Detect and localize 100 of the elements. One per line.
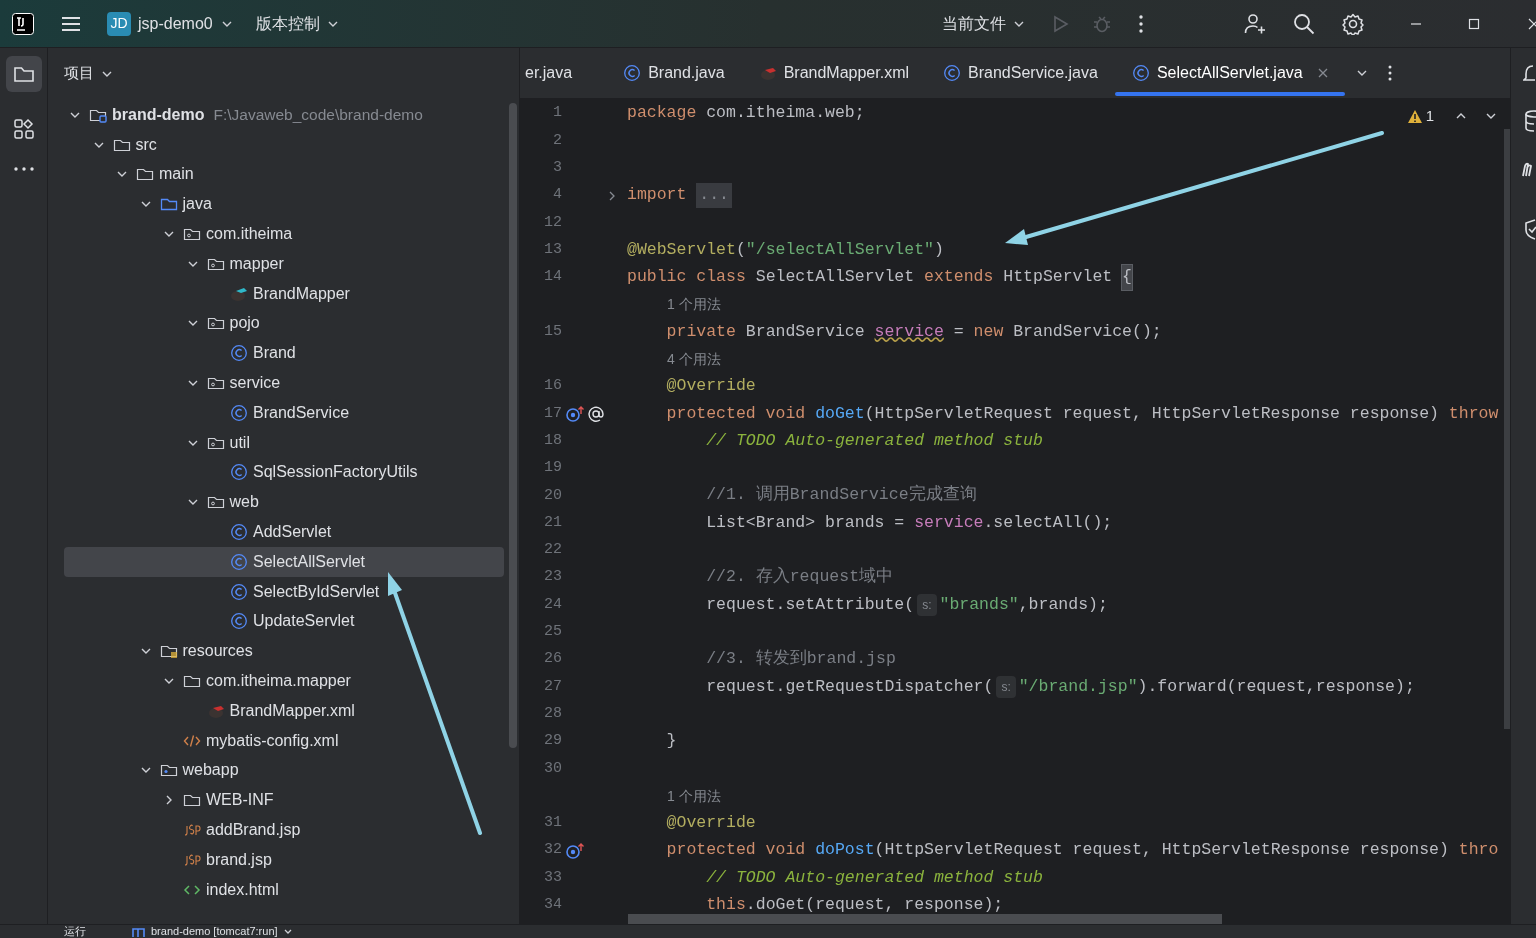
- tree-item[interactable]: webapp: [64, 755, 504, 786]
- jsp-file-icon: [183, 821, 201, 839]
- run-configuration-selector[interactable]: 当前文件: [942, 11, 1026, 36]
- editor-tab[interactable]: Brand.java: [606, 48, 742, 98]
- usage-hint[interactable]: 4 个用法: [667, 348, 721, 370]
- run-configuration-tab[interactable]: brand-demo [tomcat7:run]: [132, 926, 293, 937]
- class-icon: [230, 463, 248, 482]
- tree-item-label: index.html: [206, 879, 279, 900]
- notifications-icon[interactable]: [1523, 62, 1536, 84]
- tree-item[interactable]: SelectAllServlet: [64, 546, 504, 577]
- tree-item[interactable]: com.itheima.mapper: [64, 666, 504, 696]
- tree-item[interactable]: SqlSessionFactoryUtils: [64, 457, 504, 488]
- more-icon[interactable]: [12, 166, 35, 172]
- tree-item[interactable]: Brand: [64, 338, 504, 369]
- vcs-menu[interactable]: 版本控制: [255, 11, 340, 36]
- editor-tab[interactable]: BrandService.java: [926, 48, 1115, 98]
- scrollbar[interactable]: [628, 914, 1222, 924]
- scrollbar[interactable]: [509, 103, 517, 748]
- usage-hint[interactable]: 1 个用法: [667, 785, 721, 807]
- tree-item-label: com.itheima: [206, 224, 293, 245]
- tree-item[interactable]: BrandMapper: [64, 278, 504, 309]
- line-number: 20: [543, 485, 562, 506]
- tree-item[interactable]: mybatis-config.xml: [64, 725, 504, 756]
- tree-item[interactable]: util: [64, 427, 504, 458]
- structure-icon[interactable]: [12, 118, 35, 140]
- class-icon: [230, 612, 248, 631]
- shield-icon[interactable]: [1523, 218, 1536, 240]
- tree-item-label: service: [229, 373, 281, 394]
- line-number: 13: [543, 239, 562, 260]
- code-line: request.getRequestDispatcher( s: "/brand.jsp").forward(request,response);: [705, 674, 1415, 700]
- tree-item[interactable]: resources: [64, 636, 504, 667]
- tree-item-label: SelectAllServlet: [253, 551, 366, 572]
- tree-item[interactable]: main: [64, 159, 504, 190]
- tree-item[interactable]: pojo: [64, 308, 504, 339]
- tree-item[interactable]: service: [64, 368, 504, 398]
- line-number: 19: [543, 458, 562, 479]
- line-number: 33: [543, 867, 562, 888]
- more-icon[interactable]: [1386, 64, 1393, 82]
- bottom-tab[interactable]: 运行: [64, 926, 86, 937]
- tree-item[interactable]: brand.jsp: [64, 844, 504, 875]
- tree-item[interactable]: index.html: [64, 874, 504, 905]
- warning-icon: [1406, 108, 1423, 124]
- code-line: protected void doGet(HttpServletRequest request, HttpServletResponse response) throw: [665, 402, 1499, 425]
- code-line: this.doGet(request, response);: [705, 893, 1004, 916]
- warning-count[interactable]: 1: [1406, 105, 1434, 128]
- tree-item[interactable]: com.itheima: [64, 219, 504, 249]
- tree-item[interactable]: mapper: [64, 249, 504, 279]
- app-logo-icon[interactable]: [12, 12, 34, 35]
- code-line: //3. 转发到brand.jsp: [705, 648, 896, 671]
- tree-item[interactable]: SelectByIdServlet: [64, 576, 504, 607]
- tree-item[interactable]: brand-demo F:\Javaweb_code\brand-demo: [64, 100, 504, 130]
- more-icon[interactable]: [1138, 13, 1144, 34]
- tree-item-label: pojo: [229, 313, 260, 334]
- scrollbar[interactable]: [1504, 129, 1510, 729]
- run-configuration-label: 当前文件: [942, 13, 1006, 34]
- project-view-selector[interactable]: 项目: [64, 62, 114, 85]
- tree-item-label: main: [159, 164, 194, 185]
- maximize-icon[interactable]: [1468, 17, 1480, 30]
- tree-item-label: com.itheima.mapper: [206, 671, 351, 692]
- code-line: //2. 存入request域中: [705, 566, 894, 589]
- project-tool-button[interactable]: [5, 56, 42, 92]
- usage-hint[interactable]: 1 个用法: [667, 294, 721, 316]
- tree-item[interactable]: addBrand.jsp: [64, 815, 504, 845]
- tree-item[interactable]: UpdateServlet: [64, 606, 504, 637]
- editor-tab[interactable]: SelectAllServlet.java: [1114, 48, 1345, 98]
- vcs-label: 版本控制: [255, 13, 320, 34]
- tree-item[interactable]: WEB-INF: [64, 785, 504, 816]
- editor-tab[interactable]: BrandMapper.xml: [741, 48, 927, 98]
- add-user-icon[interactable]: [1244, 12, 1266, 35]
- tree-item[interactable]: BrandMapper.xml: [64, 695, 504, 726]
- code-line: @Override: [665, 812, 756, 834]
- class-icon: [943, 64, 962, 82]
- line-number: 26: [543, 649, 562, 670]
- editor-tab[interactable]: er.java: [520, 48, 607, 98]
- tree-item-label: SelectByIdServlet: [253, 581, 380, 602]
- tree-item-label: src: [135, 134, 157, 155]
- settings-icon[interactable]: [1342, 12, 1364, 35]
- override-marker-icon[interactable]: [565, 404, 585, 423]
- search-icon[interactable]: [1293, 12, 1315, 35]
- tree-item-label: BrandMapper.xml: [229, 700, 355, 721]
- line-number: 16: [543, 376, 562, 397]
- tree-item[interactable]: web: [64, 487, 504, 518]
- tree-item-label: WEB-INF: [206, 790, 274, 811]
- class-icon: [230, 552, 248, 571]
- code-line: @WebServlet("/selectAllServlet"): [627, 238, 944, 261]
- tree-item[interactable]: BrandService: [64, 397, 504, 428]
- tree-item[interactable]: AddServlet: [64, 517, 504, 547]
- tree-item-label: web: [229, 492, 259, 513]
- line-number: 23: [543, 567, 562, 588]
- database-icon[interactable]: [1523, 110, 1536, 132]
- override-marker-icon[interactable]: [565, 841, 585, 860]
- line-number: 22: [543, 540, 562, 561]
- tree-item[interactable]: java: [64, 189, 504, 220]
- project-selector[interactable]: JD jsp-demo0: [107, 8, 234, 39]
- tree-item-label: Brand: [253, 343, 296, 364]
- tree-item-label: mybatis-config.xml: [206, 730, 339, 751]
- at-sign-icon[interactable]: [587, 404, 605, 423]
- line-number: 12: [543, 212, 562, 233]
- line-number: 25: [543, 622, 562, 643]
- tree-item[interactable]: src: [64, 129, 504, 160]
